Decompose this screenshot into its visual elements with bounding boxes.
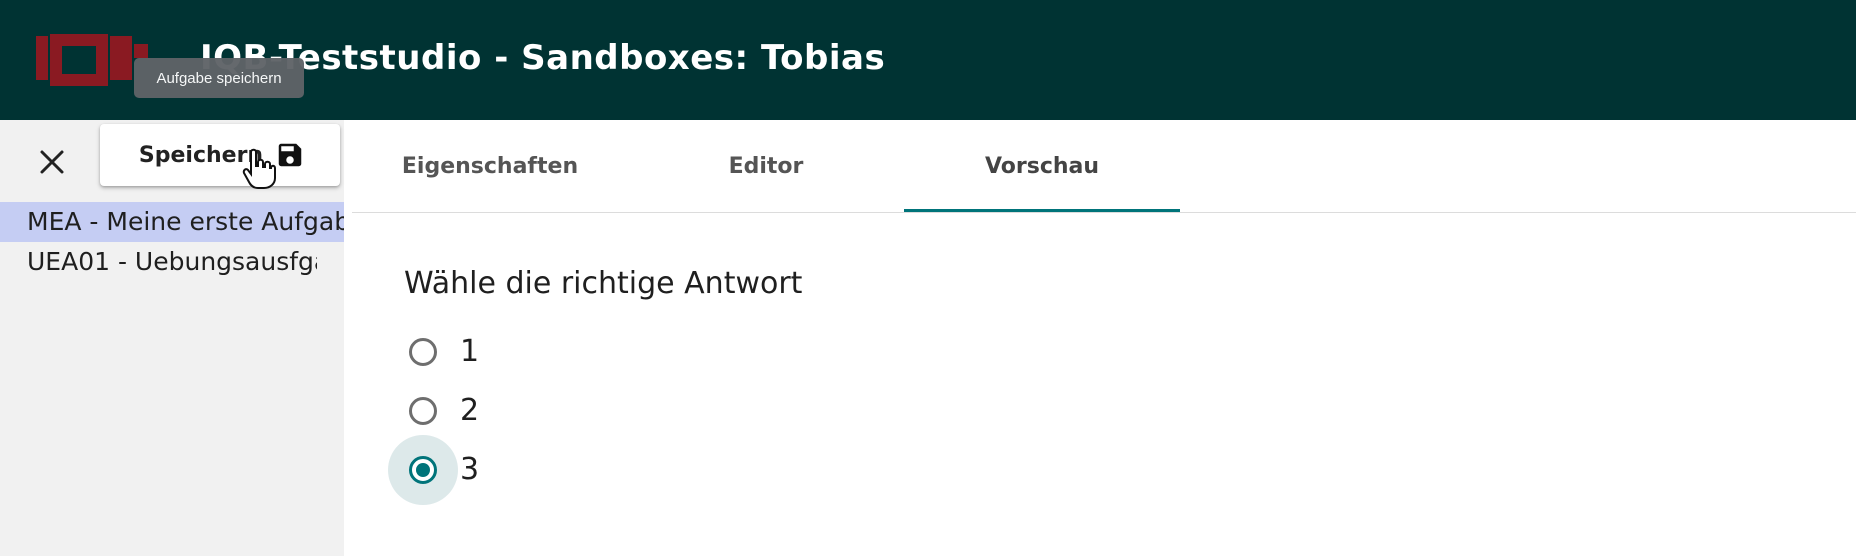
active-tab-indicator bbox=[904, 209, 1180, 212]
task-list: MEA - Meine erste Aufgabe UEA01 - Uebung… bbox=[0, 202, 344, 282]
tab-bar: Eigenschaften Editor Vorschau bbox=[352, 120, 1856, 213]
radio-dot bbox=[416, 462, 430, 477]
answer-option-label: 3 bbox=[460, 452, 480, 487]
answer-options: 1 2 3 bbox=[388, 322, 480, 505]
app-header: IQB-Teststudio - Sandboxes: Tobias Aufga… bbox=[0, 0, 1856, 120]
tab-editor-label: Editor bbox=[728, 153, 804, 179]
answer-option-label: 1 bbox=[460, 334, 480, 369]
answer-option-3[interactable]: 3 bbox=[388, 434, 480, 505]
tab-eigenschaften-label: Eigenschaften bbox=[401, 153, 579, 179]
close-button[interactable] bbox=[30, 140, 74, 184]
hand-cursor-icon bbox=[242, 148, 276, 189]
answer-option-2[interactable]: 2 bbox=[388, 381, 479, 440]
tab-eigenschaften[interactable]: Eigenschaften bbox=[352, 120, 628, 212]
answer-option-label: 2 bbox=[460, 393, 480, 428]
radio-button-checked[interactable] bbox=[409, 455, 437, 484]
sidebar: Speichern MEA - Meine erste Aufgabe UEA0… bbox=[0, 120, 344, 556]
task-item-uea01[interactable]: UEA01 - Uebungsausfgabe bbox=[0, 242, 317, 282]
radio-button[interactable] bbox=[409, 337, 437, 366]
tab-vorschau-label: Vorschau bbox=[984, 153, 1100, 179]
save-button[interactable]: Speichern bbox=[100, 124, 340, 186]
close-icon bbox=[40, 150, 64, 174]
radio-button[interactable] bbox=[409, 396, 437, 425]
tab-vorschau[interactable]: Vorschau bbox=[904, 120, 1180, 212]
answer-option-1[interactable]: 1 bbox=[388, 322, 479, 381]
task-item-mea[interactable]: MEA - Meine erste Aufgabe bbox=[0, 202, 344, 242]
save-tooltip: Aufgabe speichern bbox=[134, 58, 304, 98]
save-icon bbox=[278, 143, 302, 167]
question-text: Wähle die richtige Antwort bbox=[404, 266, 803, 301]
radio-wrapper bbox=[388, 434, 458, 505]
tab-editor[interactable]: Editor bbox=[628, 120, 904, 212]
